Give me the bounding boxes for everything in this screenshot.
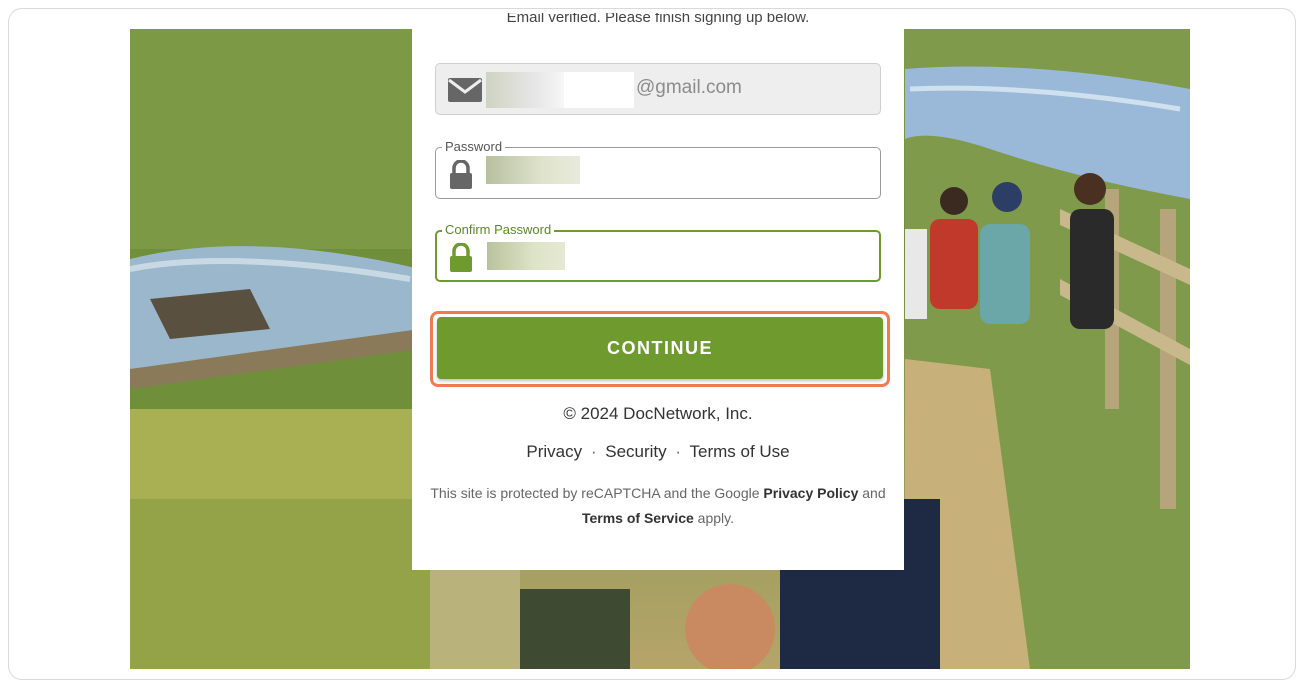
recaptcha-terms-link[interactable]: Terms of Service (582, 510, 694, 526)
lock-icon (449, 159, 473, 195)
separator: · (590, 442, 597, 461)
recaptcha-suffix: apply. (697, 510, 734, 526)
recaptcha-notice: This site is protected by reCAPTCHA and … (424, 481, 892, 531)
email-redacted-2 (564, 72, 634, 108)
mail-icon (448, 78, 482, 107)
password-redacted (486, 156, 580, 184)
confirm-password-label: Confirm Password (442, 222, 555, 238)
separator: · (675, 442, 682, 461)
recaptcha-privacy-link[interactable]: Privacy Policy (763, 485, 858, 501)
email-value: @gmail.com (636, 77, 742, 98)
password-field[interactable]: Password (435, 139, 881, 199)
email-field[interactable]: @gmail.com (435, 63, 881, 115)
security-link[interactable]: Security (605, 442, 666, 461)
terms-of-use-link[interactable]: Terms of Use (689, 442, 789, 461)
lock-icon (449, 242, 473, 278)
confirm-password-redacted (487, 242, 565, 270)
footer-links: Privacy · Security · Terms of Use (412, 442, 904, 462)
recaptcha-and: and (862, 485, 886, 501)
verified-message: Email verified. Please finish signing up… (506, 13, 810, 25)
password-label: Password (442, 139, 506, 155)
copyright: © 2024 DocNetwork, Inc. (563, 404, 753, 423)
privacy-link[interactable]: Privacy (526, 442, 582, 461)
continue-button[interactable]: CONTINUE (437, 317, 883, 379)
browser-frame: Email verified. Please finish signing up… (8, 8, 1296, 680)
recaptcha-prefix: This site is protected by reCAPTCHA and … (430, 485, 760, 501)
email-redacted (486, 72, 566, 108)
confirm-password-field[interactable]: Confirm Password (435, 222, 881, 282)
signup-card: Email verified. Please finish signing up… (412, 9, 904, 570)
